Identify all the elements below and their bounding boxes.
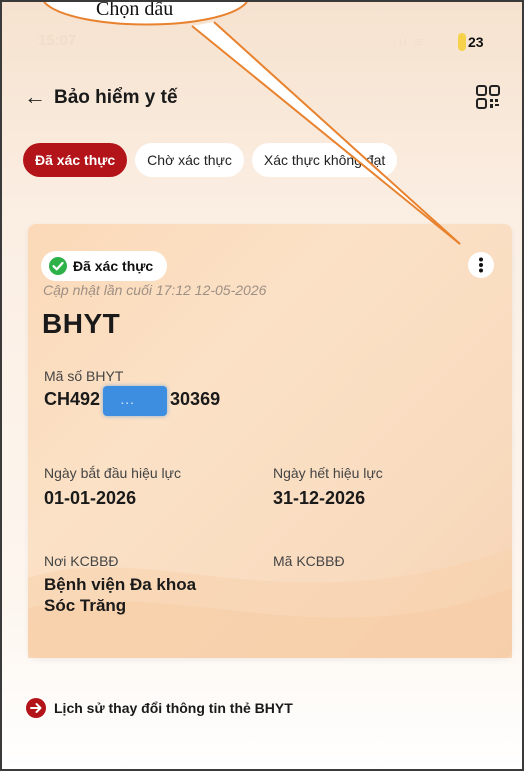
phone-screen: 15:07 .ıl ≋ 23 ← Bảo hiểm y tế Đã xác th… xyxy=(0,0,524,771)
history-link[interactable]: Lịch sử thay đổi thông tin thẻ BHYT xyxy=(26,695,293,721)
status-bar: 15:07 .ıl ≋ 23 xyxy=(2,28,522,58)
back-arrow-icon[interactable]: ← xyxy=(24,84,46,110)
tab-failed[interactable]: Xác thực không đạt xyxy=(251,143,398,177)
history-link-label: Lịch sử thay đổi thông tin thẻ BHYT xyxy=(54,700,293,716)
last-updated: Cập nhật lần cuối 17:12 12-05-2026 xyxy=(43,282,267,298)
end-date-label: Ngày hết hiệu lực xyxy=(273,465,383,481)
app-header: ← Bảo hiểm y tế xyxy=(2,82,522,118)
check-circle-icon xyxy=(49,257,67,275)
tab-pending[interactable]: Chờ xác thực xyxy=(135,143,244,177)
facility-value-line-2: Sóc Trăng xyxy=(44,596,127,615)
insurance-card[interactable]: Đã xác thực Cập nhật lần cuối 17:12 12-0… xyxy=(28,224,512,658)
callout-text: Chọn dấu xyxy=(96,0,174,20)
status-badge-label: Đã xác thực xyxy=(73,258,154,274)
arrow-right-circle-icon xyxy=(26,698,46,718)
battery-icon xyxy=(458,33,466,51)
battery-level: 23 xyxy=(468,34,484,50)
card-title: BHYT xyxy=(42,308,121,339)
status-time: 15:07 xyxy=(38,32,77,49)
status-badge: Đã xác thực xyxy=(41,251,168,281)
more-options-button[interactable] xyxy=(468,252,494,278)
facility-code-label: Mã KCBBĐ xyxy=(273,553,345,569)
page-title: Bảo hiểm y tế xyxy=(54,87,178,108)
insurance-id-prefix: CH492 xyxy=(44,388,101,409)
start-date-label: Ngày bắt đầu hiệu lực xyxy=(44,465,182,481)
masked-digits xyxy=(103,386,168,416)
tab-verified[interactable]: Đã xác thực xyxy=(23,143,128,177)
facility-value-line-1: Bệnh viện Đa khoa xyxy=(44,575,197,594)
start-date-value: 01-01-2026 xyxy=(44,488,137,508)
insurance-id-suffix: 30369 xyxy=(170,388,221,409)
status-tabs: Đã xác thực Chờ xác thực Xác thực không … xyxy=(23,143,398,177)
facility-label: Nơi KCBBĐ xyxy=(44,553,119,569)
end-date-value: 31-12-2026 xyxy=(273,488,366,508)
qr-code-icon[interactable] xyxy=(476,85,500,109)
more-vertical-icon xyxy=(479,257,483,273)
insurance-id-value: CH492 30369 xyxy=(44,384,221,416)
insurance-id-label: Mã số BHYT xyxy=(44,368,124,384)
battery-indicator: 23 xyxy=(458,31,498,53)
signal-wifi-icon: .ıl ≋ xyxy=(393,35,426,49)
